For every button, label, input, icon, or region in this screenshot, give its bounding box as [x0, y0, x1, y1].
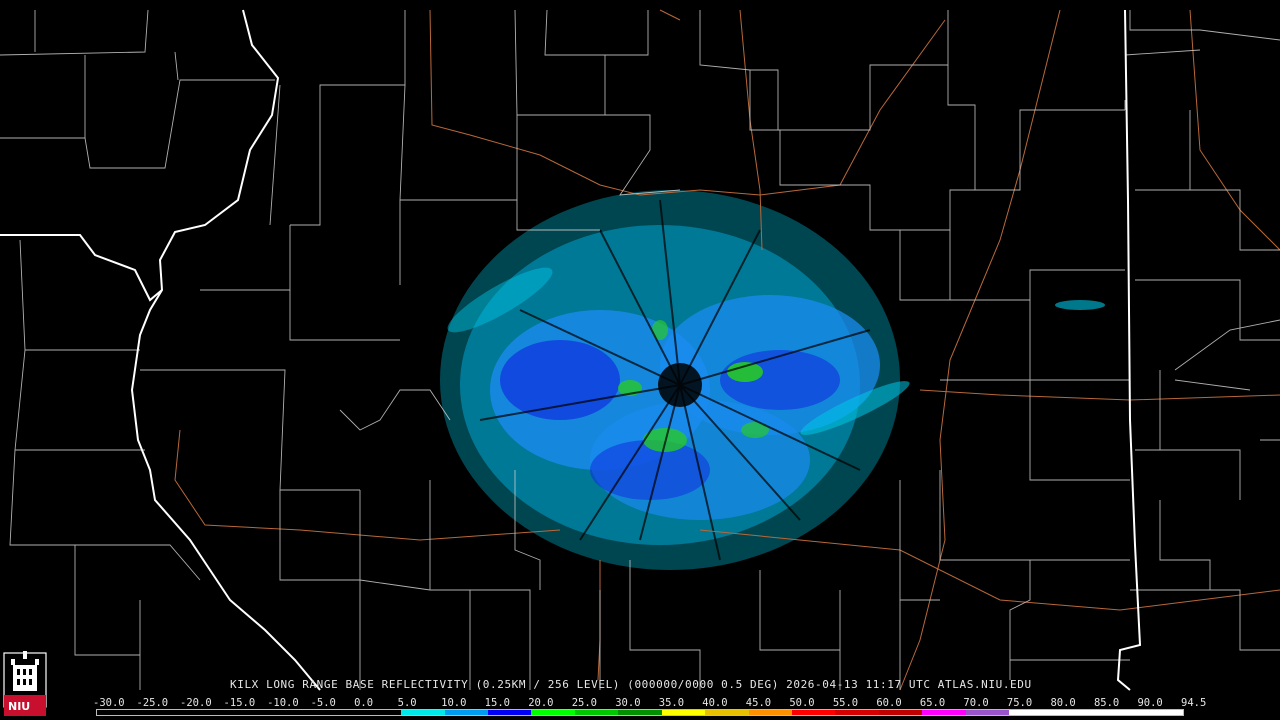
scale-label: 5.0	[397, 697, 417, 709]
scale-swatch	[792, 710, 836, 715]
scale-label: -30.0	[93, 697, 125, 709]
scale-swatch	[314, 710, 358, 715]
scale-label: -10.0	[267, 697, 299, 709]
scale-label: 90.0	[1137, 697, 1163, 709]
color-scale-labels: -30.0 -25.0 -20.0 -15.0 -10.0 -5.0 0.0 5.0 10.0 1…	[93, 697, 1206, 709]
scale-swatch	[835, 710, 879, 715]
scale-swatch	[227, 710, 271, 715]
scale-swatch	[618, 710, 662, 715]
scale-swatch	[97, 710, 141, 715]
scale-swatch	[1052, 710, 1097, 715]
scale-label: 55.0	[832, 697, 859, 709]
scale-swatch	[705, 710, 749, 715]
scale-label: 94.5	[1181, 697, 1207, 709]
scale-label: -5.0	[310, 697, 336, 709]
scale-swatch	[878, 710, 923, 715]
scale-swatch	[357, 710, 402, 715]
scale-label: -15.0	[223, 697, 256, 709]
scale-swatch	[574, 710, 619, 715]
scale-label: 30.0	[615, 697, 641, 709]
scale-swatch	[270, 710, 315, 715]
radar-map	[0, 0, 1280, 720]
scale-label: 50.0	[789, 697, 815, 709]
scale-label: 0.0	[354, 697, 374, 709]
scale-swatch	[1096, 710, 1140, 715]
scale-label: 65.0	[919, 697, 946, 709]
color-scale-bar	[96, 709, 1184, 716]
scale-label: 20.0	[528, 697, 554, 709]
scale-swatch	[183, 710, 228, 715]
scale-label: 85.0	[1093, 697, 1120, 709]
scale-swatch	[748, 710, 792, 715]
scale-label: 80.0	[1050, 697, 1076, 709]
scale-swatch	[401, 710, 445, 715]
scale-label: 70.0	[963, 697, 989, 709]
scale-swatch	[1139, 710, 1183, 715]
scale-swatch	[661, 710, 706, 715]
product-caption: KILX LONG RANGE BASE REFLECTIVITY (0.25K…	[230, 678, 1032, 691]
scale-swatch	[531, 710, 575, 715]
scale-swatch	[140, 710, 184, 715]
scale-label: 60.0	[876, 697, 902, 709]
scale-label: 45.0	[745, 697, 772, 709]
scale-label: -20.0	[180, 697, 212, 709]
scale-label: 75.0	[1006, 697, 1033, 709]
scale-label: 40.0	[702, 697, 728, 709]
scale-label: 10.0	[441, 697, 467, 709]
scale-swatch	[922, 710, 966, 715]
scale-label: 35.0	[658, 697, 685, 709]
scale-swatch	[965, 710, 1010, 715]
scale-swatch	[444, 710, 488, 715]
scale-swatch	[487, 710, 532, 715]
scale-label: -25.0	[136, 697, 169, 709]
scale-swatch	[1009, 710, 1053, 715]
niu-logo-text: NIU	[8, 700, 31, 713]
scale-label: 25.0	[571, 697, 598, 709]
scale-label: 15.0	[484, 697, 510, 709]
